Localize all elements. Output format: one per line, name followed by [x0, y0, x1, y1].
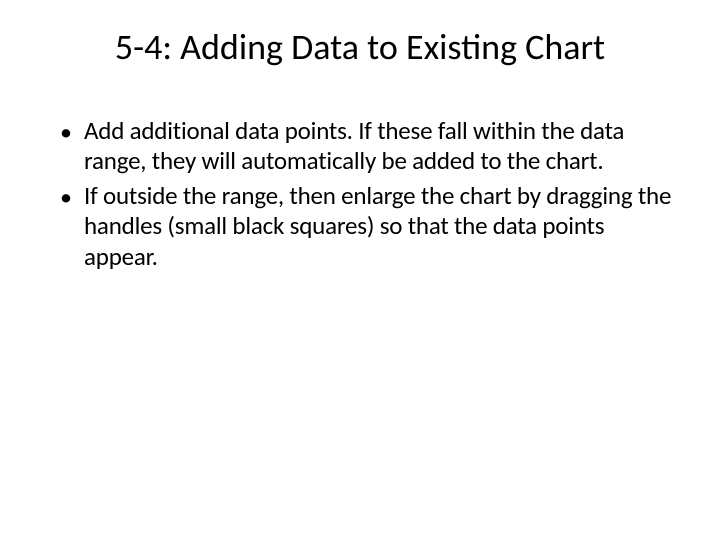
bullet-text: Add additional data points. If these fal… — [84, 116, 672, 177]
slide: 5-4: Adding Data to Existing Chart • Add… — [0, 0, 720, 540]
bullet-text: If outside the range, then enlarge the c… — [84, 181, 672, 273]
list-item: • If outside the range, then enlarge the… — [60, 181, 672, 273]
slide-content: • Add additional data points. If these f… — [48, 116, 672, 273]
list-item: • Add additional data points. If these f… — [60, 116, 672, 177]
slide-title: 5-4: Adding Data to Existing Chart — [48, 28, 672, 68]
bullet-icon: • — [60, 181, 84, 213]
bullet-icon: • — [60, 116, 84, 148]
